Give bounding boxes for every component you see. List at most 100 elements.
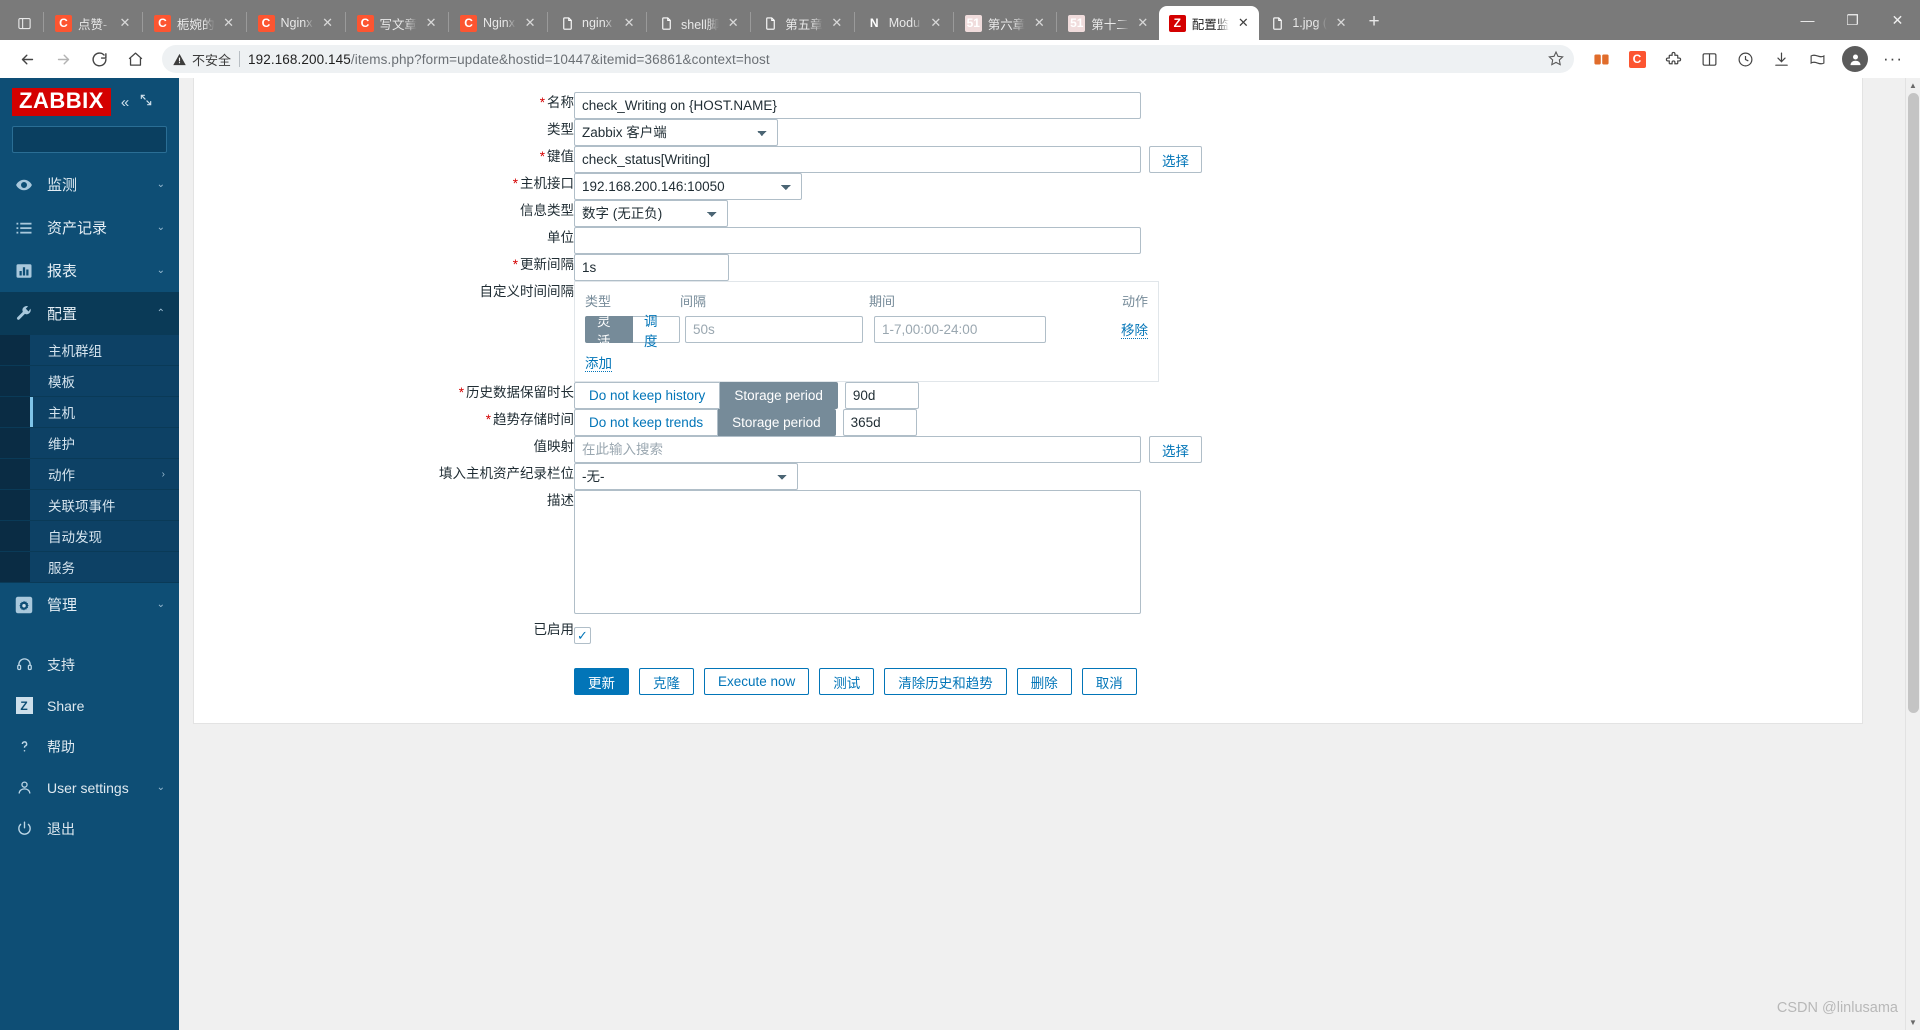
downloads-icon[interactable] xyxy=(1764,43,1798,75)
browser-tab[interactable]: 51第十二✕ xyxy=(1058,6,1159,40)
profile-avatar[interactable] xyxy=(1842,46,1868,72)
inventory-field-select[interactable]: -无- xyxy=(574,463,798,490)
new-tab-button[interactable]: + xyxy=(1357,7,1391,37)
tab-close-icon[interactable]: ✕ xyxy=(522,15,538,31)
extensions-icon[interactable] xyxy=(1656,43,1690,75)
browser-tab[interactable]: CNginx✕ xyxy=(450,6,546,40)
units-input[interactable] xyxy=(574,227,1141,254)
browser-tab[interactable]: nginx✕ xyxy=(549,6,645,40)
form-button-4[interactable]: 清除历史和趋势 xyxy=(884,668,1007,695)
trends-seg-storage[interactable]: Storage period xyxy=(718,409,836,436)
ci-period-input[interactable] xyxy=(874,316,1046,343)
bookmark-star-icon[interactable] xyxy=(1548,50,1564,69)
sidebar-subitem-4[interactable]: 动作› xyxy=(0,459,179,490)
tab-search-icon[interactable] xyxy=(6,6,42,40)
history-value-input[interactable] xyxy=(845,382,919,409)
sidebar-item-3[interactable]: 配置⌃ xyxy=(0,292,179,335)
form-button-0[interactable]: 更新 xyxy=(574,668,629,695)
browser-tab-active[interactable]: Z配置监✕ xyxy=(1159,6,1260,40)
value-map-input[interactable] xyxy=(574,436,1141,463)
trends-seg-off[interactable]: Do not keep trends xyxy=(574,409,718,436)
sidebar-subitem-7[interactable]: 服务 xyxy=(0,552,179,583)
sidebar-subitem-5[interactable]: 关联项事件 xyxy=(0,490,179,521)
tab-close-icon[interactable]: ✕ xyxy=(1031,15,1047,31)
security-warning[interactable]: 不安全 xyxy=(172,50,231,69)
tab-close-icon[interactable]: ✕ xyxy=(928,15,944,31)
ci-seg-scheduling[interactable]: 调度 xyxy=(633,316,680,343)
sidebar-subitem-2[interactable]: 主机 xyxy=(0,397,179,428)
browser-tab[interactable]: 51第六章✕ xyxy=(955,6,1056,40)
sidebar-item-0[interactable]: 监测⌄ xyxy=(0,163,179,206)
sidebar-subitem-0[interactable]: 主机群组 xyxy=(0,335,179,366)
home-button[interactable] xyxy=(118,43,152,75)
tab-close-icon[interactable]: ✕ xyxy=(621,15,637,31)
search-input[interactable] xyxy=(21,131,201,148)
ci-seg-flexible[interactable]: 灵活 xyxy=(585,316,633,343)
type-select[interactable]: Zabbix 客户端 xyxy=(574,119,778,146)
vertical-scrollbar[interactable]: ▲ ▼ xyxy=(1905,78,1920,1030)
ci-interval-input[interactable] xyxy=(685,316,863,343)
browser-tab[interactable]: C点赞-✕ xyxy=(45,6,141,40)
form-button-2[interactable]: Execute now xyxy=(704,668,809,695)
sidebar-footer-item-0[interactable]: 支持 xyxy=(0,644,179,685)
browser-tab[interactable]: shell脚✕ xyxy=(648,6,749,40)
sidebar-item-1[interactable]: 资产记录⌄ xyxy=(0,206,179,249)
sidebar-subitem-1[interactable]: 模板 xyxy=(0,366,179,397)
trends-value-input[interactable] xyxy=(843,409,917,436)
history-seg-storage[interactable]: Storage period xyxy=(720,382,838,409)
description-textarea[interactable] xyxy=(574,490,1141,614)
form-button-3[interactable]: 测试 xyxy=(819,668,874,695)
enabled-checkbox[interactable]: ✓ xyxy=(574,627,591,644)
reload-button[interactable] xyxy=(82,43,116,75)
key-input[interactable] xyxy=(574,146,1141,173)
ci-add-link[interactable]: 添加 xyxy=(585,356,612,372)
sidebar-footer-item-3[interactable]: User settings⌄ xyxy=(0,767,179,808)
address-bar[interactable]: 不安全 192.168.200.145/items.php?form=updat… xyxy=(162,45,1574,73)
window-minimize-button[interactable]: — xyxy=(1785,6,1830,34)
tab-close-icon[interactable]: ✕ xyxy=(1235,15,1251,31)
form-button-5[interactable]: 删除 xyxy=(1017,668,1072,695)
tab-close-icon[interactable]: ✕ xyxy=(829,15,845,31)
browser-tab[interactable]: 第五章✕ xyxy=(752,6,853,40)
host-interface-select[interactable]: 192.168.200.146:10050 xyxy=(574,173,802,200)
tab-close-icon[interactable]: ✕ xyxy=(1135,15,1151,31)
tab-close-icon[interactable]: ✕ xyxy=(423,15,439,31)
search-box[interactable] xyxy=(12,126,167,153)
browser-tab[interactable]: C栀婉的✕ xyxy=(144,6,245,40)
sidebar-footer-item-1[interactable]: ZShare xyxy=(0,685,179,726)
sidebar-subitem-6[interactable]: 自动发现 xyxy=(0,521,179,552)
sidebar-expand-icon[interactable] xyxy=(139,93,153,111)
form-button-6[interactable]: 取消 xyxy=(1082,668,1137,695)
form-button-1[interactable]: 克隆 xyxy=(639,668,694,695)
browser-tab[interactable]: C写文章✕ xyxy=(347,6,448,40)
forward-button[interactable] xyxy=(46,43,80,75)
csdn-extension-icon[interactable]: C xyxy=(1620,43,1654,75)
name-input[interactable] xyxy=(574,92,1141,119)
sidebar-footer-item-4[interactable]: 退出 xyxy=(0,808,179,849)
window-maximize-button[interactable]: ❐ xyxy=(1830,6,1875,34)
sidebar-subitem-3[interactable]: 维护 xyxy=(0,428,179,459)
key-select-button[interactable]: 选择 xyxy=(1149,146,1202,173)
scroll-down-arrow[interactable]: ▼ xyxy=(1906,1015,1920,1030)
browser-tab[interactable]: NModu✕ xyxy=(856,6,952,40)
update-interval-input[interactable] xyxy=(574,254,729,281)
tab-close-icon[interactable]: ✕ xyxy=(117,15,133,31)
tab-close-icon[interactable]: ✕ xyxy=(320,15,336,31)
tab-close-icon[interactable]: ✕ xyxy=(1333,15,1349,31)
sidebar-item-2[interactable]: 报表⌄ xyxy=(0,249,179,292)
tab-close-icon[interactable]: ✕ xyxy=(221,15,237,31)
scroll-up-arrow[interactable]: ▲ xyxy=(1906,78,1920,93)
tab-close-icon[interactable]: ✕ xyxy=(725,15,741,31)
window-close-button[interactable]: ✕ xyxy=(1875,6,1920,34)
sidebar-item-admin[interactable]: 管理⌄ xyxy=(0,583,179,626)
sidebar-collapse-icon[interactable]: « xyxy=(121,94,129,111)
history-icon[interactable] xyxy=(1728,43,1762,75)
split-screen-icon[interactable] xyxy=(1692,43,1726,75)
value-map-select-button[interactable]: 选择 xyxy=(1149,436,1202,463)
browser-tab[interactable]: 1.jpg (✕ xyxy=(1259,6,1357,40)
ci-remove-link[interactable]: 移除 xyxy=(1121,323,1148,339)
settings-more-icon[interactable]: ··· xyxy=(1876,43,1910,75)
info-type-select[interactable]: 数字 (无正负) xyxy=(574,200,728,227)
sidebar-footer-item-2[interactable]: 帮助 xyxy=(0,726,179,767)
collections-icon[interactable] xyxy=(1584,43,1618,75)
